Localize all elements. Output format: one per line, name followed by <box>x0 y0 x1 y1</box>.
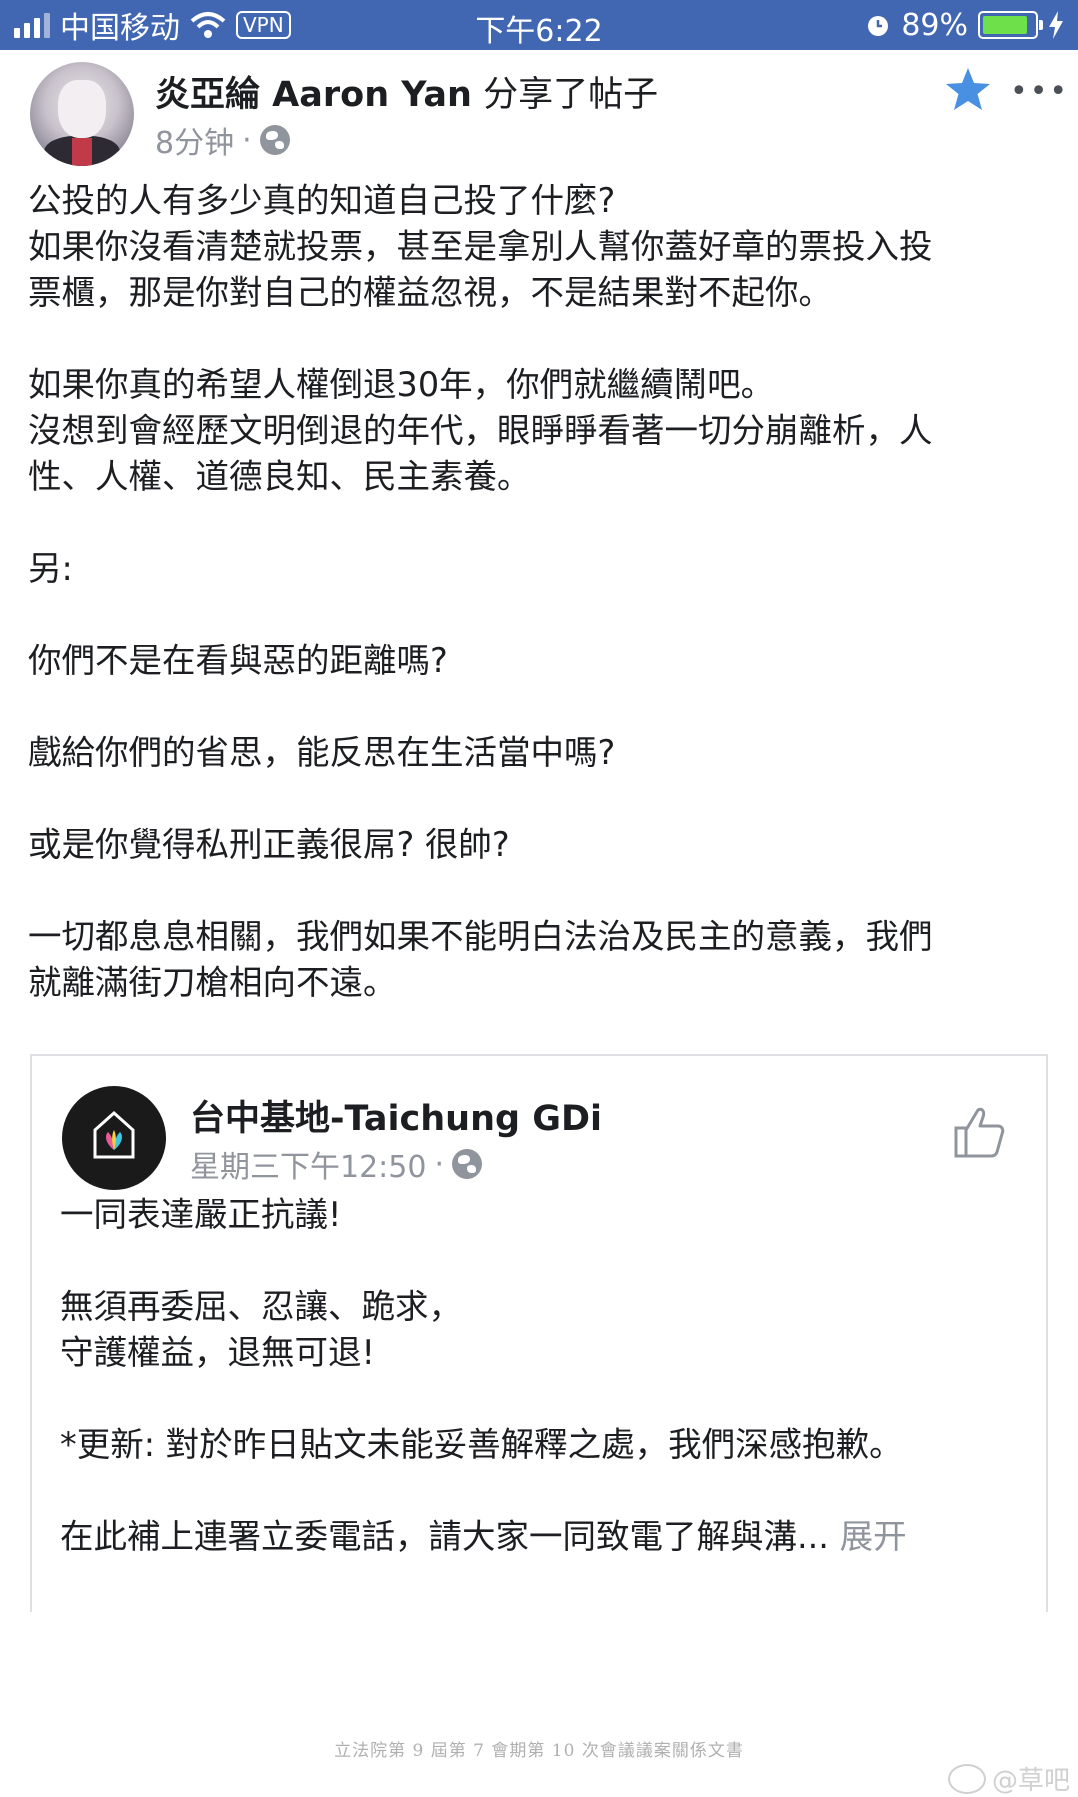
watermark: @草吧 <box>947 1760 1070 1797</box>
status-bar: 中国移动 VPN 下午6:22 89% <box>0 0 1078 50</box>
author-name[interactable]: 炎亞綸 Aaron Yan <box>155 75 472 115</box>
shared-time[interactable]: 星期三下午12:50 <box>190 1142 426 1186</box>
post-meta: 8分钟 · <box>155 118 290 162</box>
shared-meta: 星期三下午12:50 · <box>190 1142 483 1186</box>
post-paragraph: 或是你覺得私刑正義很屌? 很帥? <box>28 825 510 864</box>
battery-icon <box>978 11 1043 39</box>
shared-paragraph: 無須再委屈、忍讓、跪求， 守護權益，退無可退! <box>60 1287 462 1372</box>
more-icon[interactable]: ••• <box>1010 74 1069 109</box>
watermark-text: @草吧 <box>991 1766 1070 1796</box>
post-body: 公投的人有多少真的知道自己投了什麼? 如果你沒看清楚就投票，甚至是拿別人幫你蓋好… <box>28 178 1058 1052</box>
meta-separator: · <box>242 122 252 158</box>
post-author-line: 炎亞綸 Aaron Yan 分享了帖子 <box>155 66 658 117</box>
globe-icon <box>452 1149 483 1179</box>
shared-post-card[interactable]: 台中基地-Taichung GDi 星期三下午12:50 · 一同表達嚴正抗議!… <box>30 1054 1048 1612</box>
wifi-icon <box>190 12 226 38</box>
post-paragraph: 公投的人有多少真的知道自己投了什麼? 如果你沒看清楚就投票，甚至是拿別人幫你蓋好… <box>28 181 933 312</box>
shared-paragraph: 一同表達嚴正抗議! <box>60 1195 342 1234</box>
shared-page-name[interactable]: 台中基地-Taichung GDi <box>190 1090 602 1141</box>
thumbs-up-icon[interactable] <box>952 1104 1006 1160</box>
alarm-icon <box>868 16 889 36</box>
signal-icon <box>14 12 50 38</box>
star-icon[interactable] <box>944 66 992 112</box>
post-paragraph: 戲給你們的省思，能反思在生活當中嗎? <box>28 733 616 772</box>
meta-separator: · <box>434 1146 445 1182</box>
post-paragraph: 一切都息息相關，我們如果不能明白法治及民主的意義，我們 就離滿街刀槍相向不遠。 <box>28 917 933 1002</box>
globe-icon <box>259 125 290 155</box>
post-time[interactable]: 8分钟 <box>155 118 234 162</box>
battery-percent: 89% <box>901 7 968 43</box>
document-caption: 立法院第 9 屆第 7 會期第 10 次會議議案關係文書 <box>334 1741 744 1761</box>
expand-link[interactable]: 展开 <box>829 1517 907 1556</box>
shared-paragraph: *更新: 對於昨日貼文未能妥善解釋之處，我們深感抱歉。 <box>60 1425 903 1464</box>
house-logo-icon <box>93 1110 135 1159</box>
author-avatar[interactable] <box>30 62 134 166</box>
status-time: 下午6:22 <box>475 14 603 49</box>
post-paragraph: 另: <box>28 549 73 588</box>
shared-body: 一同表達嚴正抗議! 無須再委屈、忍讓、跪求， 守護權益，退無可退! *更新: 對… <box>60 1192 1030 1606</box>
page-avatar[interactable] <box>62 1086 166 1190</box>
post-paragraph: 如果你真的希望人權倒退30年，你們就繼續鬧吧。 沒想到會經歷文明倒退的年代，眼睜… <box>28 365 933 496</box>
shared-last-line: 在此補上連署立委電話，請大家一同致電了解與溝... 展开 <box>60 1514 1030 1560</box>
weibo-logo-icon <box>947 1763 986 1794</box>
vpn-badge: VPN <box>236 11 291 39</box>
charging-icon <box>1049 11 1063 39</box>
share-action: 分享了帖子 <box>471 75 659 115</box>
post-paragraph: 你們不是在看與惡的距離嗎? <box>28 641 448 680</box>
carrier-label: 中国移动 <box>60 11 180 46</box>
shared-truncated-text: 在此補上連署立委電話，請大家一同致電了解與溝... <box>60 1517 829 1556</box>
